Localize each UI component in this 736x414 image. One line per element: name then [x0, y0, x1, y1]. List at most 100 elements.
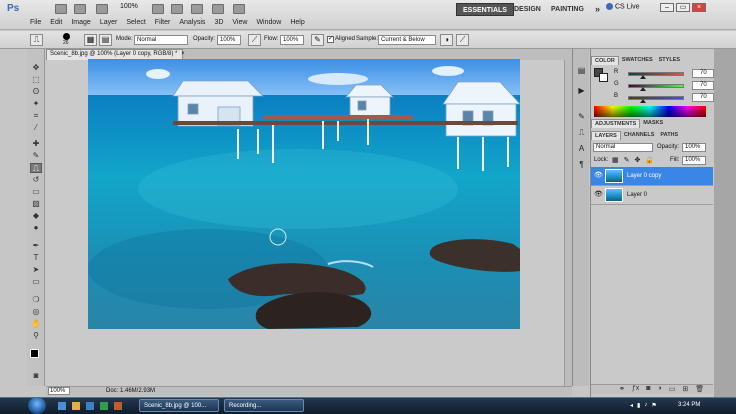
link-layers-icon[interactable]: ⚭: [619, 385, 625, 394]
color-b-thumb[interactable]: [640, 99, 647, 103]
pen-tool-icon[interactable]: ✒: [30, 241, 42, 251]
actions-panel-icon[interactable]: ▶: [575, 85, 588, 96]
layer-style-icon[interactable]: ƒx: [632, 385, 639, 394]
lasso-tool-icon[interactable]: ʘ: [30, 87, 42, 97]
clone-source-panel-icon[interactable]: ▤: [99, 34, 112, 46]
view-extras-icon[interactable]: [96, 4, 108, 14]
color-b-value[interactable]: 70: [692, 93, 714, 102]
color-spectrum-ramp[interactable]: [594, 106, 706, 117]
3d-camera-tool-icon[interactable]: ◎: [30, 307, 42, 317]
flow-field[interactable]: 100%: [280, 35, 304, 45]
network-icon[interactable]: ▮: [637, 402, 640, 409]
visibility-eye-icon[interactable]: 👁: [594, 172, 603, 180]
volume-icon[interactable]: ♪: [644, 402, 647, 409]
security-icon[interactable]: ⚑: [651, 402, 656, 409]
color-b-track[interactable]: [628, 96, 684, 100]
menu-layer[interactable]: Layer: [100, 19, 118, 26]
layer-row[interactable]: 👁 Layer 0 copy: [591, 167, 713, 186]
tab-color[interactable]: COLOR: [591, 56, 619, 65]
new-layer-icon[interactable]: ⊞: [682, 385, 688, 394]
media-icon[interactable]: [100, 402, 108, 410]
document-image[interactable]: [88, 59, 520, 329]
ignore-adjustment-layers-icon[interactable]: ◑: [440, 34, 453, 46]
brush-presets-panel-icon[interactable]: ✎: [575, 111, 588, 122]
app-icon[interactable]: [114, 402, 122, 410]
document-size-info[interactable]: Doc: 1.46M/2.93M: [106, 388, 155, 394]
menu-edit[interactable]: Edit: [50, 19, 62, 26]
type-tool-icon[interactable]: T: [30, 253, 42, 263]
color-r-value[interactable]: 70: [692, 69, 714, 78]
history-brush-tool-icon[interactable]: ↺: [30, 175, 42, 185]
menu-image[interactable]: Image: [71, 19, 90, 26]
menu-file[interactable]: File: [30, 19, 41, 26]
eyedropper-tool-icon[interactable]: ⁄: [30, 123, 42, 133]
tab-channels[interactable]: CHANNELS: [621, 131, 658, 140]
airbrush-icon[interactable]: ✎: [311, 34, 324, 46]
menu-window[interactable]: Window: [256, 19, 281, 26]
tab-layers[interactable]: LAYERS: [591, 131, 621, 140]
healing-brush-tool-icon[interactable]: ✚: [30, 139, 42, 149]
marquee-tool-icon[interactable]: ⬚: [30, 75, 42, 85]
color-r-track[interactable]: [628, 72, 684, 76]
color-slider-g[interactable]: G 70: [614, 81, 728, 91]
character-panel-icon[interactable]: A: [575, 143, 588, 154]
layer-opacity-field[interactable]: 100%: [682, 143, 706, 152]
show-desktop-icon[interactable]: [58, 402, 66, 410]
zoom-tool-icon[interactable]: ⚲: [30, 331, 42, 341]
pressure-opacity-icon[interactable]: ⟋: [248, 34, 261, 46]
crop-tool-icon[interactable]: ⌗: [30, 111, 42, 121]
eraser-tool-icon[interactable]: ▭: [30, 187, 42, 197]
menu-3d[interactable]: 3D: [214, 19, 223, 26]
explorer-icon[interactable]: [72, 402, 80, 410]
tab-masks[interactable]: MASKS: [640, 119, 666, 128]
color-slider-r[interactable]: R 70: [614, 69, 728, 79]
vertical-scrollbar[interactable]: [564, 60, 572, 386]
brush-tool-icon[interactable]: ✎: [30, 151, 42, 161]
tab-adjustments[interactable]: ADJUSTMENTS: [591, 119, 641, 128]
lock-all-icon[interactable]: 🔒: [645, 156, 654, 164]
quick-select-tool-icon[interactable]: ✦: [30, 99, 42, 109]
close-button[interactable]: ×: [692, 3, 706, 12]
lock-transparency-icon[interactable]: ▦: [612, 156, 619, 164]
close-document-icon[interactable]: ×: [181, 51, 185, 57]
bridge-icon[interactable]: [55, 4, 67, 14]
gradient-tool-icon[interactable]: ▨: [30, 199, 42, 209]
hand-tool-icon[interactable]: [152, 4, 164, 14]
color-g-thumb[interactable]: [640, 87, 647, 91]
arrange-documents-icon[interactable]: [212, 4, 224, 14]
shape-tool-icon[interactable]: ▭: [30, 277, 42, 287]
hand-tool-icon[interactable]: ✋: [30, 319, 42, 329]
lock-position-icon[interactable]: ✥: [635, 156, 641, 164]
workspace-essentials-button[interactable]: ESSENTIALS: [456, 3, 514, 16]
quick-mask-icon[interactable]: ◙: [30, 371, 42, 381]
opacity-field[interactable]: 100%: [217, 35, 241, 45]
workspace-design-button[interactable]: DESIGN: [508, 3, 547, 16]
adjustment-layer-icon[interactable]: ◑: [658, 385, 662, 394]
color-g-value[interactable]: 70: [692, 81, 714, 90]
clone-stamp-preset-icon[interactable]: ⎍: [30, 34, 43, 46]
tray-icon[interactable]: ◂: [630, 402, 633, 409]
color-g-track[interactable]: [628, 84, 684, 88]
layer-blend-mode-select[interactable]: Normal: [593, 143, 653, 152]
zoom-tool-icon[interactable]: [171, 4, 183, 14]
color-r-thumb[interactable]: [640, 75, 647, 79]
minimize-button[interactable]: –: [660, 3, 674, 12]
lock-pixels-icon[interactable]: ✎: [624, 156, 630, 164]
workspace-painting-button[interactable]: PAINTING: [545, 3, 590, 16]
menu-select[interactable]: Select: [126, 19, 145, 26]
paragraph-panel-icon[interactable]: ¶: [575, 159, 588, 170]
zoom-level-menu[interactable]: 100%: [120, 3, 138, 10]
history-panel-icon[interactable]: ▤: [575, 65, 588, 76]
pressure-size-icon[interactable]: ⟋: [456, 34, 469, 46]
new-group-icon[interactable]: ▭: [669, 385, 676, 394]
menu-analysis[interactable]: Analysis: [179, 19, 205, 26]
start-button-icon[interactable]: [28, 397, 46, 414]
screen-mode-icon[interactable]: [233, 4, 245, 14]
brush-panel-toggle-icon[interactable]: ▦: [84, 34, 97, 46]
status-zoom-field[interactable]: 100%: [48, 387, 70, 395]
color-slider-b[interactable]: B 70: [614, 93, 728, 103]
move-tool-icon[interactable]: ✥: [30, 63, 42, 73]
blur-tool-icon[interactable]: ◆: [30, 211, 42, 221]
clone-source-panel-icon[interactable]: ⎍: [575, 127, 588, 138]
browser-icon[interactable]: [86, 402, 94, 410]
